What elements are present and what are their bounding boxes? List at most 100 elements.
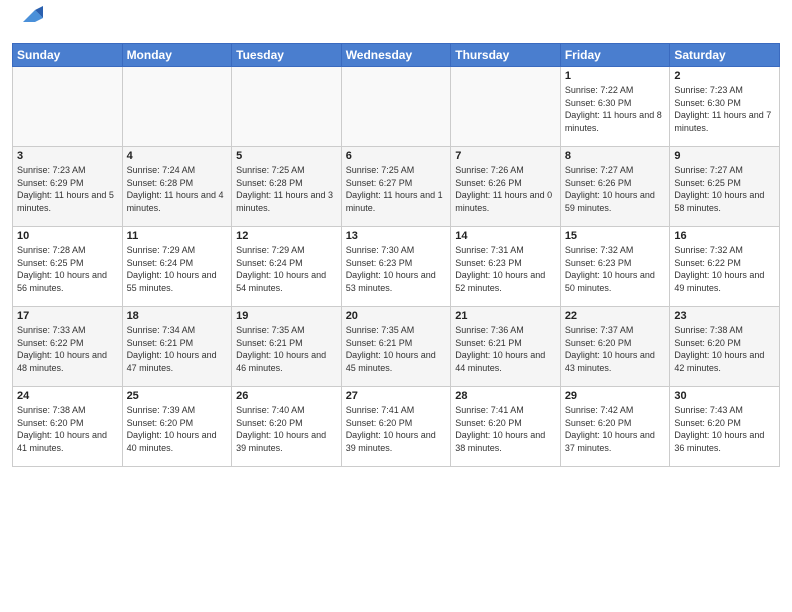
day-cell: 26Sunrise: 7:40 AM Sunset: 6:20 PM Dayli…	[232, 387, 342, 467]
day-number: 24	[17, 390, 118, 402]
day-number: 5	[236, 150, 337, 162]
day-cell: 11 Sunrise: 7:29 AM Sunset: 6:24 PM Dayli…	[122, 227, 232, 307]
day-cell: 17Sunrise: 7:33 AM Sunset: 6:22 PM Dayli…	[13, 307, 123, 387]
week-row-2: 3Sunrise: 7:23 AM Sunset: 6:29 PM Daylig…	[13, 147, 780, 227]
day-cell: 3Sunrise: 7:23 AM Sunset: 6:29 PM Daylig…	[13, 147, 123, 227]
day-number: 20	[346, 310, 447, 322]
day-number: 28	[455, 390, 556, 402]
day-cell: 6 Sunrise: 7:25 AM Sunset: 6:27 PM Daylig…	[341, 147, 451, 227]
day-info: Sunrise: 7:27 AM Sunset: 6:25 PM Dayligh…	[674, 164, 775, 214]
day-cell: 13 Sunrise: 7:30 AM Sunset: 6:23 PM Dayli…	[341, 227, 451, 307]
day-number: 2	[674, 70, 775, 82]
day-number: 16	[674, 230, 775, 242]
day-number: 15	[565, 230, 666, 242]
day-info: Sunrise: 7:26 AM Sunset: 6:26 PM Dayligh…	[455, 164, 556, 214]
col-header-sunday: Sunday	[13, 44, 123, 67]
day-number: 3	[17, 150, 118, 162]
day-cell: 23 Sunrise: 7:38 AM Sunset: 6:20 PM Dayli…	[670, 307, 780, 387]
day-info: Sunrise: 7:29 AM Sunset: 6:24 PM Dayligh…	[127, 244, 228, 294]
day-number: 6	[346, 150, 447, 162]
header-row: SundayMondayTuesdayWednesdayThursdayFrid…	[13, 44, 780, 67]
day-info: Sunrise: 7:30 AM Sunset: 6:23 PM Dayligh…	[346, 244, 447, 294]
day-cell: 2 Sunrise: 7:23 AM Sunset: 6:30 PM Daylig…	[670, 67, 780, 147]
day-cell: 8Sunrise: 7:27 AM Sunset: 6:26 PM Daylig…	[560, 147, 670, 227]
day-info: Sunrise: 7:32 AM Sunset: 6:22 PM Dayligh…	[674, 244, 775, 294]
day-cell: 29Sunrise: 7:42 AM Sunset: 6:20 PM Dayli…	[560, 387, 670, 467]
day-info: Sunrise: 7:31 AM Sunset: 6:23 PM Dayligh…	[455, 244, 556, 294]
day-cell: 22 Sunrise: 7:37 AM Sunset: 6:20 PM Dayli…	[560, 307, 670, 387]
day-cell: 28 Sunrise: 7:41 AM Sunset: 6:20 PM Dayli…	[451, 387, 561, 467]
day-number: 14	[455, 230, 556, 242]
day-number: 23	[674, 310, 775, 322]
day-info: Sunrise: 7:27 AM Sunset: 6:26 PM Dayligh…	[565, 164, 666, 214]
day-cell: 20 Sunrise: 7:35 AM Sunset: 6:21 PM Dayli…	[341, 307, 451, 387]
day-info: Sunrise: 7:24 AM Sunset: 6:28 PM Dayligh…	[127, 164, 228, 214]
day-number: 30	[674, 390, 775, 402]
day-cell: 10Sunrise: 7:28 AM Sunset: 6:25 PM Dayli…	[13, 227, 123, 307]
day-info: Sunrise: 7:25 AM Sunset: 6:28 PM Dayligh…	[236, 164, 337, 214]
day-cell	[232, 67, 342, 147]
day-info: Sunrise: 7:23 AM Sunset: 6:30 PM Dayligh…	[674, 84, 775, 134]
day-number: 13	[346, 230, 447, 242]
day-cell	[451, 67, 561, 147]
logo-content	[12, 10, 43, 35]
day-cell: 16 Sunrise: 7:32 AM Sunset: 6:22 PM Dayli…	[670, 227, 780, 307]
calendar-table: SundayMondayTuesdayWednesdayThursdayFrid…	[12, 43, 780, 467]
col-header-tuesday: Tuesday	[232, 44, 342, 67]
day-cell: 9 Sunrise: 7:27 AM Sunset: 6:25 PM Daylig…	[670, 147, 780, 227]
header	[12, 10, 780, 35]
day-cell: 15 Sunrise: 7:32 AM Sunset: 6:23 PM Dayli…	[560, 227, 670, 307]
day-info: Sunrise: 7:40 AM Sunset: 6:20 PM Dayligh…	[236, 404, 337, 454]
day-cell	[13, 67, 123, 147]
day-info: Sunrise: 7:38 AM Sunset: 6:20 PM Dayligh…	[17, 404, 118, 454]
day-info: Sunrise: 7:32 AM Sunset: 6:23 PM Dayligh…	[565, 244, 666, 294]
week-row-3: 10Sunrise: 7:28 AM Sunset: 6:25 PM Dayli…	[13, 227, 780, 307]
day-number: 19	[236, 310, 337, 322]
day-info: Sunrise: 7:41 AM Sunset: 6:20 PM Dayligh…	[455, 404, 556, 454]
day-number: 25	[127, 390, 228, 402]
logo-icon	[15, 2, 43, 35]
day-cell: 18 Sunrise: 7:34 AM Sunset: 6:21 PM Dayli…	[122, 307, 232, 387]
day-info: Sunrise: 7:34 AM Sunset: 6:21 PM Dayligh…	[127, 324, 228, 374]
col-header-wednesday: Wednesday	[341, 44, 451, 67]
day-number: 7	[455, 150, 556, 162]
day-info: Sunrise: 7:35 AM Sunset: 6:21 PM Dayligh…	[236, 324, 337, 374]
day-number: 11	[127, 230, 228, 242]
day-cell: 21 Sunrise: 7:36 AM Sunset: 6:21 PM Dayli…	[451, 307, 561, 387]
col-header-monday: Monday	[122, 44, 232, 67]
day-cell	[341, 67, 451, 147]
day-cell: 30Sunrise: 7:43 AM Sunset: 6:20 PM Dayli…	[670, 387, 780, 467]
col-header-friday: Friday	[560, 44, 670, 67]
day-info: Sunrise: 7:41 AM Sunset: 6:20 PM Dayligh…	[346, 404, 447, 454]
day-number: 17	[17, 310, 118, 322]
day-cell: 24 Sunrise: 7:38 AM Sunset: 6:20 PM Dayli…	[13, 387, 123, 467]
day-info: Sunrise: 7:39 AM Sunset: 6:20 PM Dayligh…	[127, 404, 228, 454]
day-cell: 27 Sunrise: 7:41 AM Sunset: 6:20 PM Dayli…	[341, 387, 451, 467]
day-cell	[122, 67, 232, 147]
day-number: 1	[565, 70, 666, 82]
week-row-5: 24 Sunrise: 7:38 AM Sunset: 6:20 PM Dayli…	[13, 387, 780, 467]
day-number: 18	[127, 310, 228, 322]
day-cell: 4 Sunrise: 7:24 AM Sunset: 6:28 PM Daylig…	[122, 147, 232, 227]
day-number: 27	[346, 390, 447, 402]
day-cell: 25 Sunrise: 7:39 AM Sunset: 6:20 PM Dayli…	[122, 387, 232, 467]
day-number: 10	[17, 230, 118, 242]
day-cell: 7 Sunrise: 7:26 AM Sunset: 6:26 PM Daylig…	[451, 147, 561, 227]
day-info: Sunrise: 7:42 AM Sunset: 6:20 PM Dayligh…	[565, 404, 666, 454]
day-info: Sunrise: 7:38 AM Sunset: 6:20 PM Dayligh…	[674, 324, 775, 374]
day-number: 22	[565, 310, 666, 322]
day-cell: 19 Sunrise: 7:35 AM Sunset: 6:21 PM Dayli…	[232, 307, 342, 387]
day-info: Sunrise: 7:29 AM Sunset: 6:24 PM Dayligh…	[236, 244, 337, 294]
day-info: Sunrise: 7:37 AM Sunset: 6:20 PM Dayligh…	[565, 324, 666, 374]
day-info: Sunrise: 7:25 AM Sunset: 6:27 PM Dayligh…	[346, 164, 447, 214]
col-header-saturday: Saturday	[670, 44, 780, 67]
logo	[12, 10, 43, 35]
col-header-thursday: Thursday	[451, 44, 561, 67]
day-info: Sunrise: 7:36 AM Sunset: 6:21 PM Dayligh…	[455, 324, 556, 374]
day-number: 9	[674, 150, 775, 162]
day-info: Sunrise: 7:35 AM Sunset: 6:21 PM Dayligh…	[346, 324, 447, 374]
day-number: 4	[127, 150, 228, 162]
day-number: 21	[455, 310, 556, 322]
day-info: Sunrise: 7:22 AM Sunset: 6:30 PM Dayligh…	[565, 84, 666, 134]
day-cell: 5 Sunrise: 7:25 AM Sunset: 6:28 PM Daylig…	[232, 147, 342, 227]
